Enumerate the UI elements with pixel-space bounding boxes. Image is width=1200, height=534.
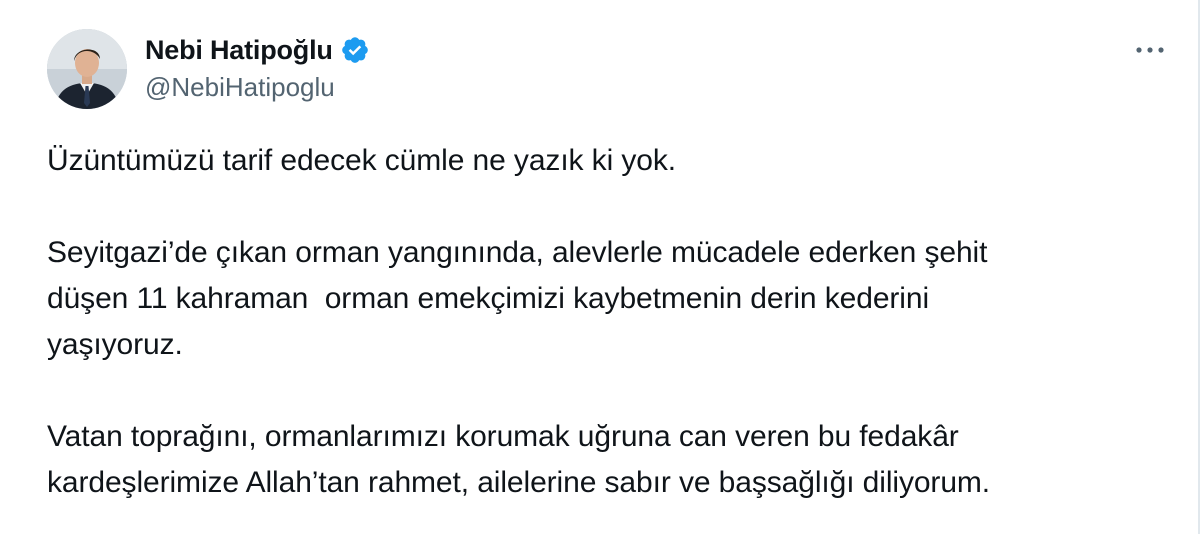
profile-photo	[47, 29, 127, 109]
tweet-paragraph-3: Vatan toprağını, ormanlarımızı korumak u…	[47, 420, 991, 499]
tweet-card: Nebi Hatipoğlu @NebiHatipoglu Üzüntümüzü…	[0, 0, 1198, 534]
avatar[interactable]	[47, 29, 127, 109]
tweet-paragraph-2: Seyitgazi’de çıkan orman yangınında, ale…	[47, 236, 988, 361]
author-handle[interactable]: @NebiHatipoglu	[145, 72, 335, 103]
more-options-button[interactable]	[1128, 35, 1172, 65]
verified-badge-icon	[340, 35, 370, 65]
author-display-name[interactable]: Nebi Hatipoğlu	[145, 35, 333, 66]
tweet-text: Üzüntümüzü tarif edecek cümle ne yazık k…	[47, 138, 1177, 506]
more-horizontal-icon	[1136, 47, 1164, 53]
author-name-row: Nebi Hatipoğlu	[145, 30, 370, 70]
tweet-paragraph-1: Üzüntümüzü tarif edecek cümle ne yazık k…	[47, 144, 677, 177]
